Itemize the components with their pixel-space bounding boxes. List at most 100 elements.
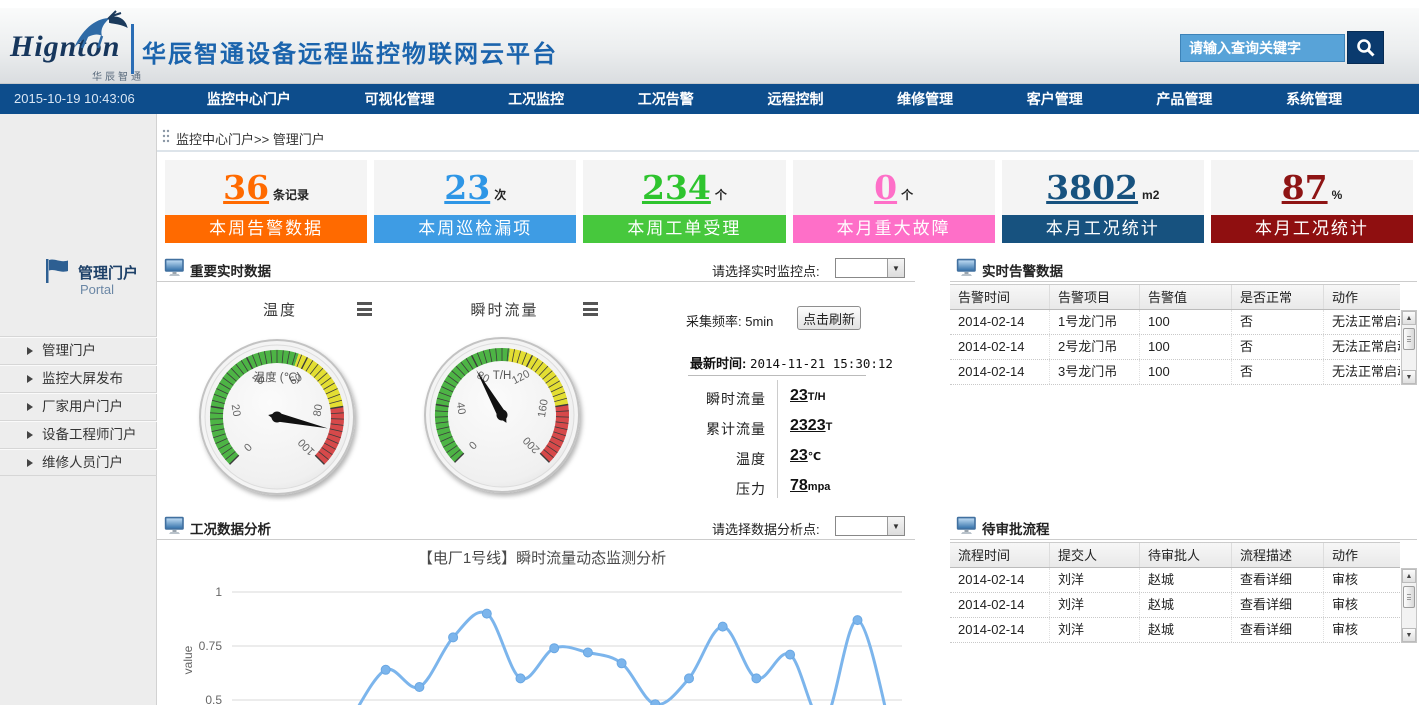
table-header: 流程时间提交人待审批人流程描述动作 [950, 542, 1400, 568]
stat-card-value[interactable]: 0 [874, 171, 897, 204]
reading-value[interactable]: 23T/H [790, 387, 826, 405]
gauge1-menu-icon[interactable] [357, 302, 372, 319]
column-header: 待审批人 [1140, 543, 1232, 567]
breadcrumb[interactable]: 监控中心门户>> 管理门户 [176, 129, 325, 148]
scroll-up-icon[interactable]: ▲ [1402, 569, 1416, 583]
gauge-tick-label: 80 [312, 403, 326, 417]
table-cell[interactable]: 审核 [1324, 568, 1400, 592]
stat-card-unit: 次 [494, 186, 506, 203]
table-row[interactable]: 2014-02-14刘洋赵城查看详细审核 [950, 593, 1400, 618]
stat-card-value[interactable]: 3802 [1046, 171, 1138, 204]
nav-item-1[interactable]: 可视化管理 [356, 89, 442, 109]
nav-item-4[interactable]: 远程控制 [759, 89, 831, 109]
stat-card-3[interactable]: 0个本月重大故障 [793, 160, 995, 243]
sidebar: 管理门户 Portal 管理门户监控大屏发布厂家用户门户设备工程师门户维修人员门… [0, 114, 157, 705]
nav-item-7[interactable]: 产品管理 [1148, 89, 1220, 109]
scroll-down-icon[interactable]: ▼ [1402, 370, 1416, 384]
approval-table-scrollbar[interactable]: ▲ ▼ [1401, 568, 1417, 643]
gauge-tick-label: 20 [229, 403, 243, 417]
table-cell: 2号龙门吊 [1050, 335, 1140, 359]
stat-card-value[interactable]: 87 [1282, 171, 1328, 204]
nav-item-2[interactable]: 工况监控 [500, 89, 572, 109]
nav-item-6[interactable]: 客户管理 [1019, 89, 1091, 109]
sidebar-item-0[interactable]: 管理门户 [0, 336, 157, 364]
sidebar-item-1[interactable]: 监控大屏发布 [0, 364, 157, 392]
stat-card-value-area: 87% [1211, 160, 1413, 215]
analysis-select-value [836, 517, 887, 535]
stat-card-value[interactable]: 234 [642, 171, 711, 204]
table-row[interactable]: 2014-02-14刘洋赵城查看详细审核 [950, 568, 1400, 593]
data-point-marker [583, 648, 592, 657]
table-cell[interactable]: 查看详细 [1232, 593, 1324, 617]
realtime-point-select[interactable]: ▼ [835, 258, 905, 278]
alarm-table-scrollbar[interactable]: ▲ ▼ [1401, 310, 1417, 385]
monitor-icon [164, 258, 185, 282]
data-point-marker [853, 616, 862, 625]
stat-card-0[interactable]: 36条记录本周告警数据 [165, 160, 367, 243]
nav-item-5[interactable]: 维修管理 [889, 89, 961, 109]
table-cell: 2014-02-14 [950, 360, 1050, 384]
reading-value[interactable]: 23℃ [790, 447, 821, 465]
scroll-thumb[interactable] [1403, 328, 1415, 350]
stat-card-unit: 个 [715, 186, 727, 203]
reading-row-1: 累计流量2323T [676, 413, 886, 443]
stat-card-value-area: 23次 [374, 160, 576, 215]
stat-card-label[interactable]: 本周巡检漏项 [374, 215, 576, 243]
stat-card-value-area: 0个 [793, 160, 995, 215]
stat-card-value[interactable]: 36 [223, 171, 269, 204]
search-input[interactable] [1180, 34, 1345, 62]
table-row[interactable]: 2014-02-141号龙门吊100否无法正常启动 [950, 310, 1400, 335]
divider [157, 150, 1419, 152]
stat-card-label[interactable]: 本月工况统计 [1211, 215, 1413, 243]
table-row[interactable]: 2014-02-14刘洋赵城查看详细审核 [950, 618, 1400, 643]
arrow-right-icon [27, 459, 33, 467]
stat-card-label[interactable]: 本月重大故障 [793, 215, 995, 243]
stat-card-label[interactable]: 本周告警数据 [165, 215, 367, 243]
stat-card-value[interactable]: 23 [444, 171, 490, 204]
realtime-select-label: 请选择实时监控点: [712, 261, 820, 280]
stat-card-label[interactable]: 本周工单受理 [583, 215, 785, 243]
reading-unit: ℃ [808, 450, 821, 463]
table-cell: 赵城 [1140, 568, 1232, 592]
table-cell: 否 [1232, 335, 1324, 359]
table-cell: 刘洋 [1050, 618, 1140, 642]
reading-value[interactable]: 78mpa [790, 477, 830, 495]
scroll-down-icon[interactable]: ▼ [1402, 628, 1416, 642]
section-underline [157, 539, 915, 540]
search-button[interactable] [1347, 31, 1384, 64]
table-cell[interactable]: 审核 [1324, 593, 1400, 617]
sidebar-item-2[interactable]: 厂家用户门户 [0, 392, 157, 420]
sidebar-item-4[interactable]: 维修人员门户 [0, 448, 157, 476]
reading-value[interactable]: 2323T [790, 417, 832, 435]
table-cell[interactable]: 查看详细 [1232, 618, 1324, 642]
stat-card-1[interactable]: 23次本周巡检漏项 [374, 160, 576, 243]
table-cell: 否 [1232, 310, 1324, 334]
monitor-icon [956, 258, 977, 282]
table-row[interactable]: 2014-02-142号龙门吊100否无法正常启动 [950, 335, 1400, 360]
table-row[interactable]: 2014-02-143号龙门吊100否无法正常启动 [950, 360, 1400, 385]
table-header: 告警时间告警项目告警值是否正常动作 [950, 284, 1400, 310]
sidebar-item-label: 设备工程师门户 [42, 427, 137, 442]
table-cell: 无法正常启动 [1324, 310, 1400, 334]
stat-card-label[interactable]: 本月工况统计 [1002, 215, 1204, 243]
table-cell[interactable]: 查看详细 [1232, 568, 1324, 592]
stat-card-unit: 个 [901, 186, 913, 203]
stat-card-2[interactable]: 234个本周工单受理 [583, 160, 785, 243]
stat-cards: 36条记录本周告警数据23次本周巡检漏项234个本周工单受理0个本月重大故障38… [165, 160, 1413, 243]
divider [688, 375, 866, 376]
arrow-right-icon [27, 403, 33, 411]
stat-card-4[interactable]: 3802m2本月工况统计 [1002, 160, 1204, 243]
table-cell[interactable]: 审核 [1324, 618, 1400, 642]
scroll-thumb[interactable] [1403, 586, 1415, 608]
nav-item-3[interactable]: 工况告警 [630, 89, 702, 109]
analysis-point-select[interactable]: ▼ [835, 516, 905, 536]
nav-item-8[interactable]: 系统管理 [1278, 89, 1350, 109]
nav-item-0[interactable]: 监控中心门户 [199, 89, 299, 109]
stat-card-5[interactable]: 87%本月工况统计 [1211, 160, 1413, 243]
scroll-up-icon[interactable]: ▲ [1402, 311, 1416, 325]
stat-card-value-area: 36条记录 [165, 160, 367, 215]
gauge2-menu-icon[interactable] [583, 302, 598, 319]
sidebar-item-3[interactable]: 设备工程师门户 [0, 420, 157, 448]
refresh-button[interactable]: 点击刷新 [797, 306, 861, 330]
table-cell: 赵城 [1140, 593, 1232, 617]
